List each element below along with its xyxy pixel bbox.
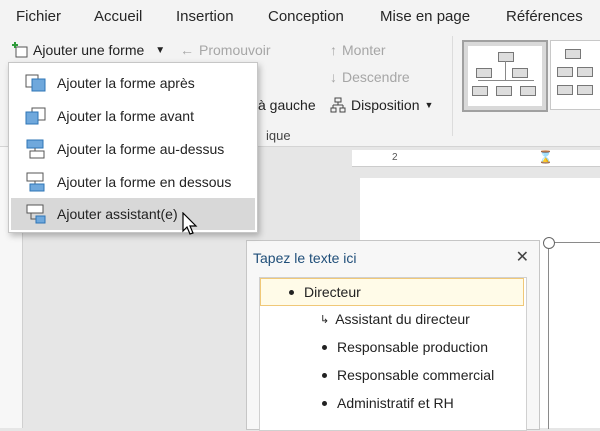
bullet-icon [322, 344, 327, 350]
preview-box [520, 86, 536, 96]
text-pane-item-label: Responsable production [337, 339, 488, 355]
tab-accueil[interactable]: Accueil [94, 8, 142, 25]
preview-box [577, 85, 593, 95]
arrow-down-icon: ↓ [330, 69, 337, 85]
menu-item-label: Ajouter la forme en dessous [57, 174, 232, 190]
menu-item-label: Ajouter la forme avant [57, 108, 194, 124]
add-shape-below-icon [26, 172, 45, 192]
close-icon[interactable]: ✕ [516, 247, 529, 267]
add-shape-label: Ajouter une forme [33, 42, 145, 58]
preview-line [478, 80, 534, 81]
add-assistant-icon [26, 204, 46, 224]
chevron-down-icon: ▼ [155, 44, 166, 56]
text-pane-item-admin[interactable]: Administratif et RH [322, 395, 454, 411]
add-shape-button[interactable]: Ajouter une forme ▼ [12, 42, 165, 58]
tab-insertion[interactable]: Insertion [176, 8, 234, 25]
assistant-arrow-icon: ↳ [320, 313, 330, 326]
ruler-mark: 2 [392, 152, 398, 163]
tab-mise-en-page[interactable]: Mise en page [380, 8, 470, 25]
add-shape-after-icon [25, 74, 46, 92]
add-shape-before-icon [25, 107, 46, 125]
text-pane-item-production[interactable]: Responsable production [322, 339, 488, 355]
preview-box [498, 52, 514, 62]
layout-label: Disposition [351, 97, 420, 113]
preview-box [577, 67, 593, 77]
preview-box [565, 49, 581, 59]
tab-fichier[interactable]: Fichier [16, 8, 61, 25]
add-shape-icon [12, 42, 28, 58]
preview-box [512, 68, 528, 78]
right-to-left-label: à gauche [258, 97, 316, 113]
promote-label: Promouvoir [199, 42, 271, 58]
preview-box [496, 86, 512, 96]
right-to-left-button[interactable]: à gauche [258, 97, 316, 113]
preview-box [557, 67, 573, 77]
layout-icon [330, 97, 346, 113]
arrow-left-icon: ← [180, 42, 194, 58]
promote-button[interactable]: ← Promouvoir [180, 42, 271, 58]
ribbon-separator [452, 36, 453, 136]
text-pane-item-label: Assistant du directeur [335, 311, 470, 327]
text-pane-item-assistant[interactable]: ↳ Assistant du directeur [320, 311, 470, 327]
move-down-button[interactable]: ↓ Descendre [330, 69, 410, 85]
tab-conception[interactable]: Conception [268, 8, 344, 25]
chevron-down-icon: ▼ [424, 100, 434, 110]
preview-line [505, 61, 506, 81]
move-down-label: Descendre [342, 69, 410, 85]
layout-thumbnail-2[interactable] [550, 40, 600, 110]
menu-item-add-before[interactable]: Ajouter la forme avant [11, 100, 255, 132]
preview-box [476, 68, 492, 78]
text-pane-item-directeur[interactable]: Directeur [260, 278, 524, 306]
menu-item-add-after[interactable]: Ajouter la forme après [11, 67, 255, 99]
text-pane-item-label: Directeur [304, 284, 361, 300]
group-label: ique [266, 128, 291, 143]
menu-item-label: Ajouter la forme après [57, 75, 195, 91]
text-pane-item-label: Administratif et RH [337, 395, 454, 411]
text-pane-item-commercial[interactable]: Responsable commercial [322, 367, 494, 383]
text-pane: Tapez le texte ici ✕ Directeur ↳ Assista… [246, 240, 540, 431]
bullet-icon [289, 289, 294, 295]
preview-box [472, 86, 488, 96]
text-pane-body[interactable]: Directeur ↳ Assistant du directeur Respo… [259, 277, 527, 431]
ribbon-tab-bar: Fichier Accueil Insertion Conception Mis… [0, 0, 600, 36]
move-up-button[interactable]: ↑ Monter [330, 42, 386, 58]
bullet-icon [322, 372, 327, 378]
layout-button[interactable]: Disposition ▼ [330, 97, 433, 113]
horizontal-ruler: 2 ⌛ [352, 150, 600, 167]
move-up-label: Monter [342, 42, 386, 58]
text-pane-title: Tapez le texte ici [253, 250, 357, 266]
menu-item-add-assistant[interactable]: Ajouter assistant(e) [11, 198, 255, 230]
indent-marker-icon[interactable]: ⌛ [538, 150, 553, 164]
arrow-up-icon: ↑ [330, 42, 337, 58]
bullet-icon [322, 400, 327, 406]
menu-item-label: Ajouter la forme au-dessus [57, 141, 225, 157]
menu-item-label: Ajouter assistant(e) [57, 206, 178, 222]
menu-item-add-above[interactable]: Ajouter la forme au-dessus [11, 133, 255, 165]
add-shape-above-icon [26, 139, 45, 159]
mouse-cursor-icon [182, 212, 198, 235]
menu-item-add-below[interactable]: Ajouter la forme en dessous [11, 166, 255, 198]
add-shape-menu: Ajouter la forme après Ajouter la forme … [8, 62, 258, 233]
layout-preview [468, 46, 542, 106]
smartart-frame[interactable] [548, 242, 600, 429]
layout-thumbnail-1[interactable] [462, 40, 548, 112]
preview-box [557, 85, 573, 95]
tab-references[interactable]: Références [506, 8, 583, 25]
text-pane-item-label: Responsable commercial [337, 367, 495, 383]
resize-handle[interactable] [543, 237, 555, 249]
